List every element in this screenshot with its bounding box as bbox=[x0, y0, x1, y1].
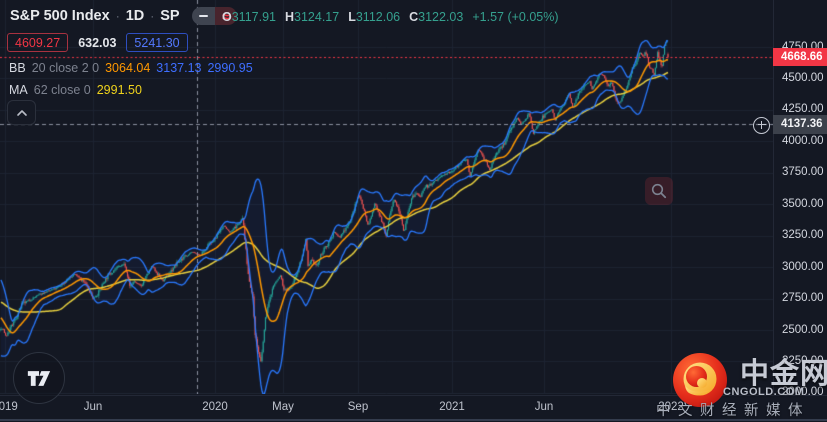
indicator-name: BB bbox=[9, 61, 26, 75]
price-axis-label: 3750.00 bbox=[782, 166, 824, 179]
price-axis-label: 2500.00 bbox=[782, 323, 824, 336]
low-value: 3112.06 bbox=[355, 10, 401, 24]
bb-lower-value: 2990.95 bbox=[207, 61, 253, 75]
time-axis-label: Sep bbox=[347, 401, 369, 413]
ma-value: 2991.50 bbox=[96, 83, 142, 97]
high-label: H bbox=[285, 10, 295, 24]
close-label: C bbox=[409, 10, 419, 24]
plain-level-value: 632.03 bbox=[78, 35, 117, 50]
separator-dot: · bbox=[150, 9, 155, 23]
time-axis-label: May bbox=[272, 401, 294, 413]
indicator-params: 20 close 2 0 bbox=[31, 61, 100, 75]
separator-dot: · bbox=[115, 9, 120, 23]
dash-icon bbox=[198, 14, 208, 18]
tradingview-logo[interactable] bbox=[13, 352, 65, 404]
price-axis-label: 4500.00 bbox=[782, 71, 824, 84]
symbol-name[interactable]: S&P 500 Index bbox=[10, 8, 110, 24]
watermark-tagline: 中文财经新媒体 bbox=[656, 403, 810, 419]
crosshair-price-badge: 4137.36 bbox=[773, 114, 827, 134]
bb-upper-value: 3137.13 bbox=[156, 61, 202, 75]
price-axis-label: 3250.00 bbox=[782, 229, 824, 242]
price-axis-label: 3500.00 bbox=[782, 197, 824, 210]
indicator-name: MA bbox=[9, 83, 28, 97]
time-axis-label: Jun bbox=[83, 401, 103, 413]
high-value: 3124.17 bbox=[294, 10, 340, 24]
change-value: +1.57 (+0.05%) bbox=[472, 10, 559, 24]
last-price-badge: 4668.66 bbox=[773, 48, 827, 67]
time-axis-label: Jun bbox=[534, 401, 554, 413]
watermark: 中金网 CNGOLD.COM 中文财经新媒体 bbox=[650, 348, 827, 422]
price-axis-label: 3000.00 bbox=[782, 260, 824, 273]
chevron-up-icon bbox=[16, 109, 27, 116]
legend-collapse-button[interactable] bbox=[7, 100, 36, 125]
time-axis-label: 2020 bbox=[202, 401, 228, 413]
indicator-row-bb[interactable]: BB 20 close 2 0 3064.04 3137.13 2990.95 bbox=[9, 61, 253, 75]
add-alert-button[interactable] bbox=[753, 116, 770, 134]
close-value: 3122.03 bbox=[418, 10, 464, 24]
exchange-label[interactable]: SP bbox=[160, 8, 179, 24]
price-axis-label: 2750.00 bbox=[782, 292, 824, 305]
ohlc-row: O3117.91 H3124.17 L3112.06 C3122.03 +1.5… bbox=[222, 10, 559, 24]
trading-chart-window: S&P 500 Index · 1D · SP ≈ O3117.91 H3124… bbox=[0, 0, 827, 422]
indicator-row-ma[interactable]: MA 62 close 0 2991.50 bbox=[9, 83, 142, 97]
watermark-domain: CNGOLD.COM bbox=[723, 386, 805, 398]
price-levels-row: 4609.27 632.03 5241.30 bbox=[7, 33, 188, 52]
tradingview-logo-icon bbox=[27, 370, 51, 386]
red-level-badge[interactable]: 4609.27 bbox=[7, 33, 69, 52]
bb-basis-value: 3064.04 bbox=[105, 61, 151, 75]
time-axis-label: 2019 bbox=[0, 401, 18, 413]
chart-legend: S&P 500 Index · 1D · SP ≈ O3117.91 H3124… bbox=[7, 7, 559, 97]
time-axis-label: 2021 bbox=[439, 401, 465, 413]
interval-label[interactable]: 1D bbox=[126, 8, 145, 24]
indicator-params: 62 close 0 bbox=[33, 83, 91, 97]
minimize-toggle-button[interactable] bbox=[191, 7, 215, 25]
blue-level-badge[interactable]: 5241.30 bbox=[126, 33, 188, 52]
open-value: 3117.91 bbox=[231, 10, 276, 24]
symbol-title-row[interactable]: S&P 500 Index · 1D · SP ≈ bbox=[10, 7, 237, 25]
price-axis-label: 4000.00 bbox=[782, 134, 824, 147]
zoom-indicator bbox=[645, 177, 673, 205]
open-label: O bbox=[222, 10, 232, 24]
low-label: L bbox=[348, 10, 356, 24]
magnifier-icon bbox=[651, 183, 667, 199]
